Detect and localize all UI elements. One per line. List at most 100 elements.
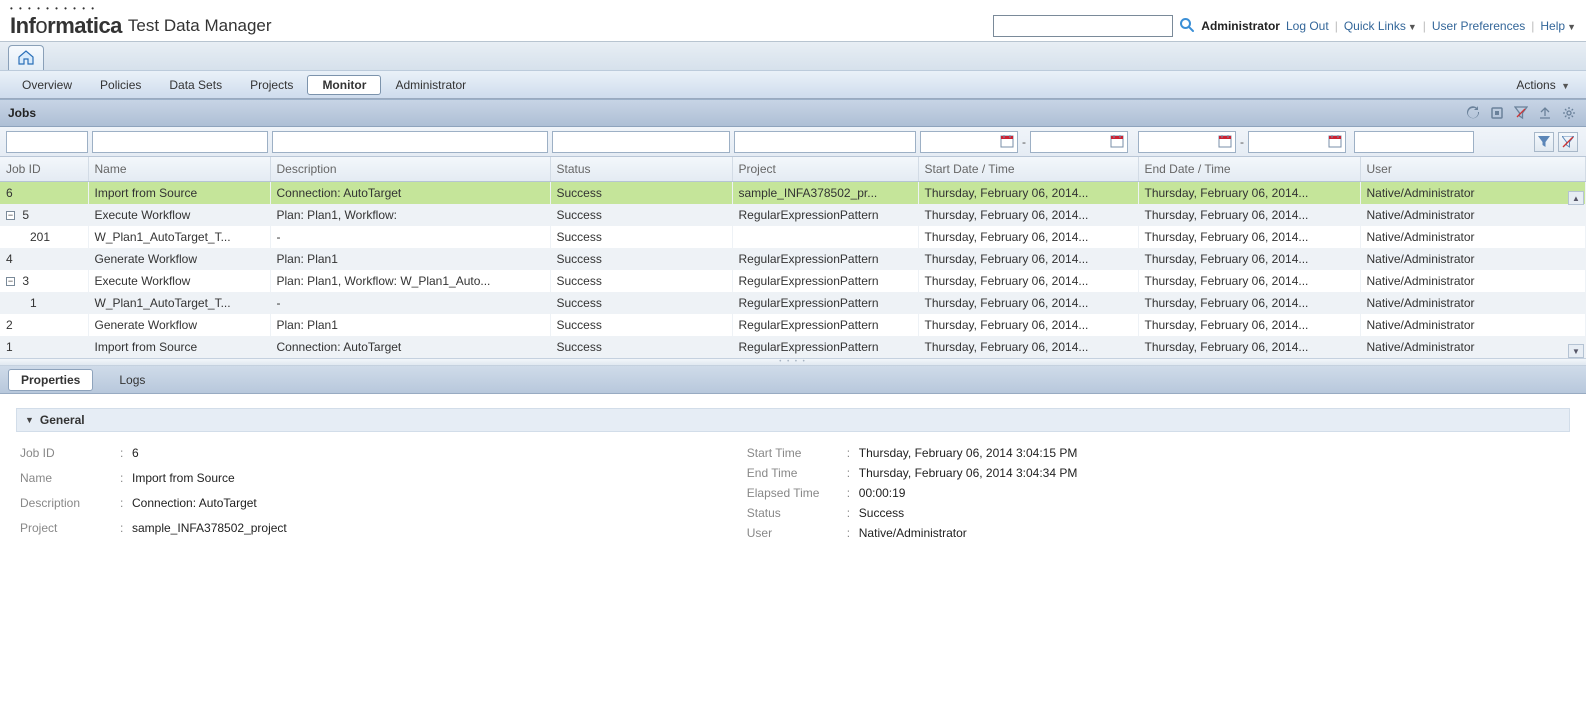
col-end[interactable]: End Date / Time — [1138, 157, 1360, 182]
table-row[interactable]: 1W_Plan1_AutoTarget_T...-SuccessRegularE… — [0, 292, 1586, 314]
collapse-icon: ▼ — [25, 415, 34, 425]
cell-start: Thursday, February 06, 2014... — [918, 292, 1138, 314]
cell-description: Connection: AutoTarget — [270, 182, 550, 205]
cell-description: - — [270, 226, 550, 248]
quick-links[interactable]: Quick Links▼ — [1344, 19, 1417, 33]
prop-name-value: Import from Source — [132, 471, 287, 485]
filter-end-from[interactable] — [1138, 131, 1236, 153]
cell-user: Native/Administrator — [1360, 336, 1586, 358]
table-row[interactable]: − 3Execute WorkflowPlan: Plan1, Workflow… — [0, 270, 1586, 292]
cell-project: RegularExpressionPattern — [732, 292, 918, 314]
filter-name[interactable] — [92, 131, 268, 153]
prop-elapsed-value: 00:00:19 — [859, 486, 1078, 500]
home-tab[interactable] — [8, 45, 44, 70]
cell-end: Thursday, February 06, 2014... — [1138, 248, 1360, 270]
cell-name: W_Plan1_AutoTarget_T... — [88, 226, 270, 248]
cell-jobid: 201 — [0, 226, 88, 248]
help-link[interactable]: Help▼ — [1540, 19, 1576, 33]
nav-projects[interactable]: Projects — [236, 74, 307, 96]
expander-icon[interactable]: − — [6, 277, 15, 286]
current-user: Administrator — [1201, 19, 1280, 33]
filter-end-to[interactable] — [1248, 131, 1346, 153]
search-icon[interactable] — [1179, 17, 1195, 36]
prop-name-label: Name — [20, 471, 120, 485]
settings-icon[interactable] — [1560, 104, 1578, 122]
prop-desc-label: Description — [20, 496, 120, 510]
cell-user: Native/Administrator — [1360, 248, 1586, 270]
filter-jobid[interactable] — [6, 131, 88, 153]
cell-name: Execute Workflow — [88, 270, 270, 292]
refresh-icon[interactable] — [1464, 104, 1482, 122]
cell-project: sample_INFA378502_pr... — [732, 182, 918, 205]
table-row[interactable]: 2Generate WorkflowPlan: Plan1SuccessRegu… — [0, 314, 1586, 336]
scroll-up-button[interactable]: ▲ — [1568, 191, 1584, 205]
splitter-handle[interactable]: • • • • — [0, 358, 1586, 366]
cell-description: Plan: Plan1 — [270, 248, 550, 270]
cell-end: Thursday, February 06, 2014... — [1138, 226, 1360, 248]
cell-status: Success — [550, 270, 732, 292]
cell-status: Success — [550, 204, 732, 226]
cell-start: Thursday, February 06, 2014... — [918, 182, 1138, 205]
jobs-grid: Job ID Name Description Status Project S… — [0, 157, 1586, 358]
nav-overview[interactable]: Overview — [8, 74, 86, 96]
filter-project[interactable] — [734, 131, 916, 153]
table-row[interactable]: 4Generate WorkflowPlan: Plan1SuccessRegu… — [0, 248, 1586, 270]
filter-status[interactable] — [552, 131, 730, 153]
search-input[interactable] — [993, 15, 1173, 37]
col-user[interactable]: User — [1360, 157, 1586, 182]
apply-filter-button[interactable] — [1534, 132, 1554, 152]
filter-description[interactable] — [272, 131, 548, 153]
filter-start-to[interactable] — [1030, 131, 1128, 153]
stop-icon[interactable] — [1488, 104, 1506, 122]
table-row[interactable]: 6Import from SourceConnection: AutoTarge… — [0, 182, 1586, 205]
cell-user: Native/Administrator — [1360, 270, 1586, 292]
table-row[interactable]: − 5Execute WorkflowPlan: Plan1, Workflow… — [0, 204, 1586, 226]
cell-description: Plan: Plan1 — [270, 314, 550, 336]
cell-start: Thursday, February 06, 2014... — [918, 314, 1138, 336]
cell-name: Import from Source — [88, 336, 270, 358]
filter-user[interactable] — [1354, 131, 1474, 153]
nav-administrator[interactable]: Administrator — [381, 74, 480, 96]
filter-row: - - — [0, 127, 1586, 157]
cell-jobid: 4 — [0, 248, 88, 270]
clear-filter-button[interactable] — [1558, 132, 1578, 152]
table-row[interactable]: 201W_Plan1_AutoTarget_T...-Success Thursd… — [0, 226, 1586, 248]
user-prefs-link[interactable]: User Preferences — [1432, 19, 1525, 33]
cell-status: Success — [550, 336, 732, 358]
tab-properties[interactable]: Properties — [8, 369, 93, 391]
actions-menu[interactable]: Actions ▼ — [1516, 78, 1578, 92]
cell-status: Success — [550, 226, 732, 248]
table-row[interactable]: 1Import from SourceConnection: AutoTarge… — [0, 336, 1586, 358]
cell-status: Success — [550, 182, 732, 205]
col-project[interactable]: Project — [732, 157, 918, 182]
tabstrip: Overview Policies Data Sets Projects Mon… — [0, 41, 1586, 99]
cell-project — [732, 226, 918, 248]
cell-project: RegularExpressionPattern — [732, 248, 918, 270]
logout-link[interactable]: Log Out — [1286, 19, 1329, 33]
cell-end: Thursday, February 06, 2014... — [1138, 204, 1360, 226]
nav-policies[interactable]: Policies — [86, 74, 155, 96]
filter-clear-icon[interactable] — [1512, 104, 1530, 122]
cell-description: Connection: AutoTarget — [270, 336, 550, 358]
brand-logo: Informatica — [10, 13, 122, 39]
scroll-down-button[interactable]: ▼ — [1568, 344, 1584, 358]
col-status[interactable]: Status — [550, 157, 732, 182]
cell-user: Native/Administrator — [1360, 314, 1586, 336]
tab-logs[interactable]: Logs — [107, 370, 157, 390]
export-icon[interactable] — [1536, 104, 1554, 122]
cell-user: Native/Administrator — [1360, 292, 1586, 314]
section-general[interactable]: ▼ General — [16, 408, 1570, 432]
col-description[interactable]: Description — [270, 157, 550, 182]
top-header: • • • • • • • • • • Informatica Test Dat… — [0, 0, 1586, 41]
cell-jobid: − 5 — [0, 204, 88, 226]
col-jobid[interactable]: Job ID — [0, 157, 88, 182]
nav-datasets[interactable]: Data Sets — [155, 74, 236, 96]
col-start[interactable]: Start Date / Time — [918, 157, 1138, 182]
prop-end-value: Thursday, February 06, 2014 3:04:34 PM — [859, 466, 1078, 480]
app-title: Test Data Manager — [128, 16, 272, 36]
col-name[interactable]: Name — [88, 157, 270, 182]
filter-start-from[interactable] — [920, 131, 1018, 153]
expander-icon[interactable]: − — [6, 211, 15, 220]
cell-description: Plan: Plan1, Workflow: W_Plan1_Auto... — [270, 270, 550, 292]
nav-monitor[interactable]: Monitor — [307, 75, 381, 95]
